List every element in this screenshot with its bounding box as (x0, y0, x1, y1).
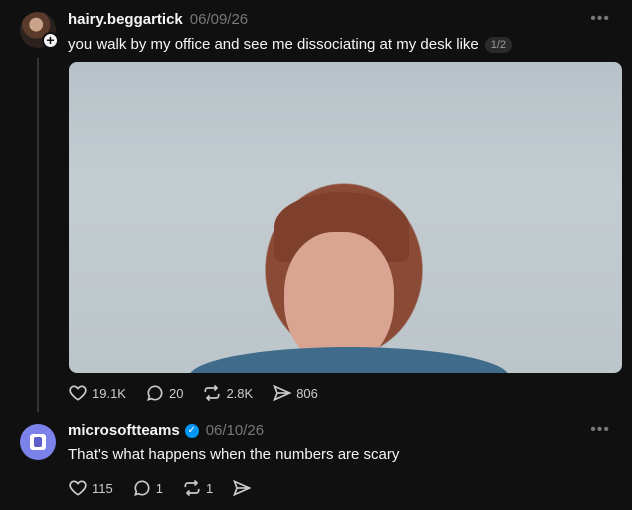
post-text: That's what happens when the numbers are… (68, 446, 400, 463)
video-shirt (189, 347, 509, 373)
share-button[interactable]: 806 (272, 383, 318, 403)
repost-button[interactable]: 2.8K (202, 383, 253, 403)
thread-line (37, 58, 39, 412)
page-counter: 1/2 (484, 36, 513, 53)
repost-icon (184, 479, 200, 497)
like-count: 115 (92, 480, 113, 496)
like-button[interactable]: 115 (68, 478, 113, 498)
reply-button[interactable]: 1 (132, 478, 163, 498)
repost-count: 1 (205, 480, 214, 496)
comment-icon (147, 385, 163, 401)
follow-plus-icon[interactable]: + (42, 32, 59, 49)
repost-button[interactable]: 1 (182, 478, 213, 498)
reply-count: 20 (168, 385, 184, 401)
username[interactable]: hairy.beggartick (68, 11, 183, 28)
reply-count: 1 (155, 480, 163, 496)
send-icon (233, 479, 252, 497)
like-button[interactable]: 19.1K (68, 383, 126, 403)
share-button[interactable] (232, 478, 256, 498)
username[interactable]: microsoftteams (68, 422, 180, 439)
post-hairy-beggartick: + hairy.beggartick 06/09/26 ••• you walk… (0, 0, 632, 412)
verified-badge-icon: ✓ (184, 423, 199, 438)
more-horizontal-icon[interactable]: ••• (590, 421, 610, 439)
post-video[interactable] (69, 62, 622, 373)
post-date: 06/10/26 (205, 422, 265, 439)
share-count: 806 (296, 385, 318, 401)
repost-icon (204, 384, 220, 402)
repost-count: 2.8K (226, 385, 254, 401)
heart-icon (69, 385, 87, 401)
comment-icon (133, 480, 150, 496)
teams-logo-icon (30, 434, 46, 450)
post-microsoftteams: microsoftteams ✓ 06/10/26 ••• That's wha… (0, 412, 632, 510)
reply-button[interactable]: 20 (145, 383, 183, 403)
post-date: 06/09/26 (189, 11, 249, 28)
send-icon (273, 384, 292, 402)
like-count: 19.1K (92, 385, 126, 401)
post-text: you walk by my office and see me dissoci… (68, 36, 479, 53)
avatar[interactable] (20, 424, 56, 460)
heart-icon (69, 480, 87, 496)
more-horizontal-icon[interactable]: ••• (590, 10, 610, 28)
